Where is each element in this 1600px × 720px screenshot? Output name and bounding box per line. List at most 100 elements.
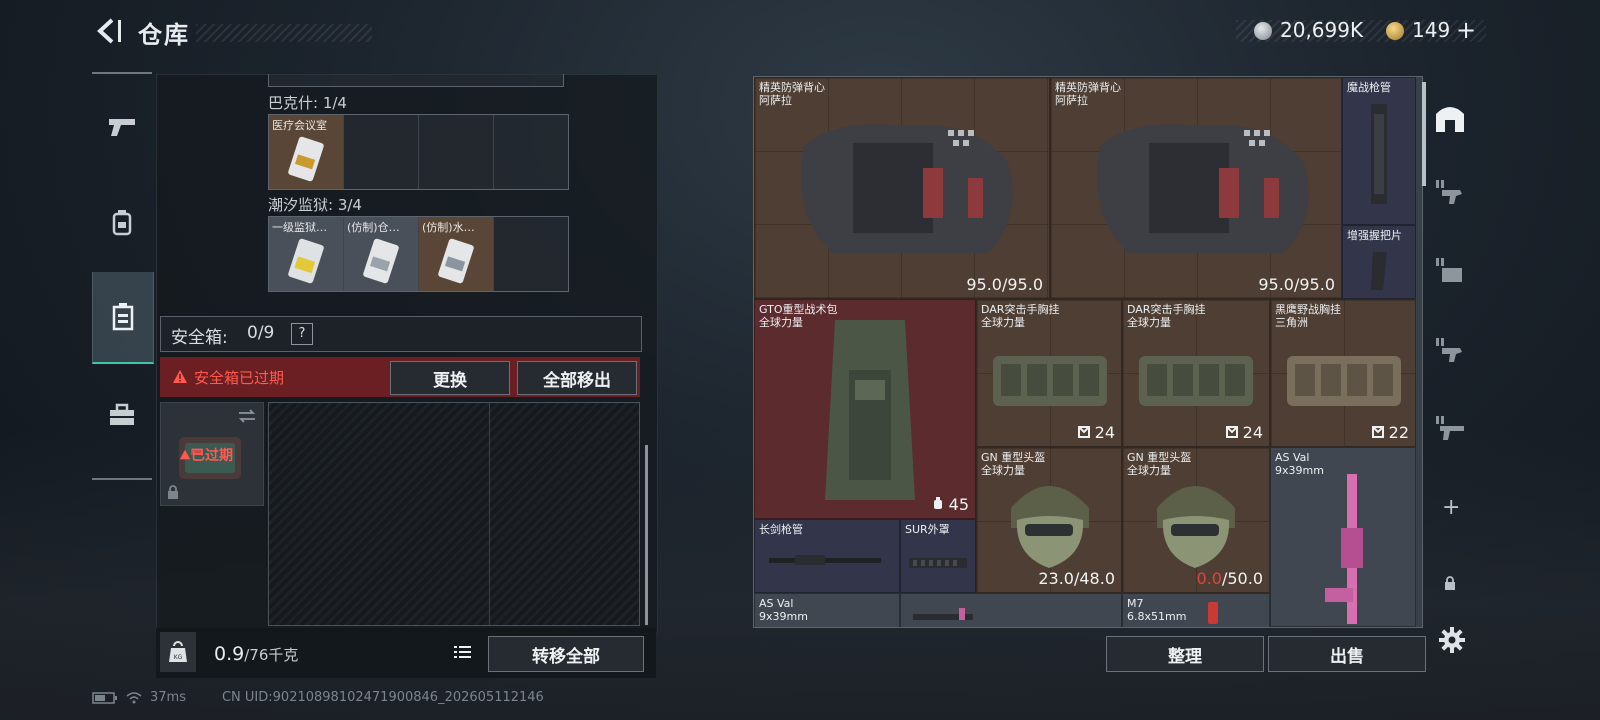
nav-equipment[interactable]	[92, 178, 152, 268]
safebox-label: 安全箱:	[171, 328, 228, 348]
item-tile-vest-1[interactable]: 精英防弹背心 阿萨拉 95.0/95.0	[754, 77, 1050, 299]
keycard-name: 医疗会议室	[272, 119, 327, 132]
rifle-icon	[913, 608, 973, 620]
item-name: 黑鹰野战胸挂 三角洲	[1275, 303, 1341, 329]
empty-slot[interactable]	[419, 115, 494, 189]
sort-button[interactable]: 整理	[1106, 636, 1264, 672]
stash-tab-main[interactable]	[1426, 88, 1474, 148]
item-tile-helmet-1[interactable]: GN 重型头盔 全球力量 23.0/48.0	[976, 447, 1122, 593]
expired-message: 安全箱已过期	[194, 369, 285, 387]
lock-icon	[1445, 576, 1455, 590]
title-decoration	[196, 24, 372, 42]
category-nav	[92, 72, 154, 480]
empty-slot[interactable]	[494, 115, 568, 189]
prison-label: 潮汐监狱: 3/4	[268, 196, 362, 214]
item-durability: 95.0/95.0	[1258, 275, 1335, 294]
stash-tabs	[1426, 76, 1474, 466]
item-capacity: 45	[932, 495, 969, 514]
expired-badge: 已过期	[179, 445, 233, 465]
safebox-grid[interactable]	[268, 402, 640, 626]
sell-button[interactable]: 出售	[1268, 636, 1426, 672]
list-view-button[interactable]	[448, 638, 476, 666]
svg-text:KG: KG	[174, 654, 183, 661]
item-durability-current: 0.0	[1196, 569, 1222, 588]
transfer-all-button[interactable]: 转移全部	[488, 636, 644, 672]
item-tile-m7[interactable]: M7 6.8x51mm	[1122, 593, 1270, 627]
item-tile-longsword-barrel[interactable]: 长剑枪管	[754, 519, 900, 593]
empty-slot[interactable]	[344, 115, 419, 189]
item-tile-chestrig-2[interactable]: DAR突击手胸挂 全球力量 24	[1122, 299, 1270, 447]
page-title: 仓库	[138, 21, 190, 49]
keycard-slot[interactable]: 医疗会议室	[269, 115, 344, 189]
remove-all-button[interactable]: 全部移出	[517, 361, 637, 395]
safebox-slot[interactable]: 已过期	[160, 402, 264, 506]
prison-grid: 一级监狱… (仿制)仓… (仿制)水…	[268, 216, 569, 292]
currency-gold: 149	[1412, 18, 1451, 42]
gear-icon	[1439, 627, 1465, 653]
backpack-icon	[112, 210, 132, 236]
item-tile-barrel[interactable]: 魔战枪管	[1342, 77, 1416, 225]
item-name: DAR突击手胸挂 全球力量	[981, 303, 1060, 329]
item-name: 精英防弹背心 阿萨拉	[759, 81, 825, 107]
help-button[interactable]: ?	[291, 323, 313, 345]
capacity-icon	[933, 497, 942, 509]
lock-icon	[168, 485, 178, 499]
previous-grid-edge	[268, 74, 564, 87]
item-durability: 95.0/95.0	[966, 275, 1043, 294]
item-tile-backpack[interactable]: GTO重型战术包 全球力量 45	[754, 299, 976, 519]
stash-tab-5[interactable]	[1426, 398, 1474, 458]
add-currency-button[interactable]: +	[1456, 16, 1476, 44]
empty-slot[interactable]	[494, 217, 568, 291]
nav-firearms[interactable]	[92, 82, 152, 172]
item-tile-helmet-2[interactable]: GN 重型头盔 全球力量 0.0/50.0	[1122, 447, 1270, 593]
helmet-icon	[1011, 486, 1089, 568]
item-tile-chestrig-3[interactable]: 黑鹰野战胸挂 三角洲 22	[1270, 299, 1416, 447]
item-tile-asval-2[interactable]: AS Val 9x39mm	[754, 593, 900, 627]
safebox-header: 安全箱: 0/9 ?	[160, 316, 642, 352]
keycard-slot[interactable]: (仿制)仓…	[344, 217, 419, 291]
helmet-icon	[1157, 486, 1235, 568]
stash-lock-button[interactable]	[1444, 576, 1456, 595]
item-tile-chestrig-1[interactable]: DAR突击手胸挂 全球力量 24	[976, 299, 1122, 447]
back-button[interactable]	[92, 16, 122, 46]
item-tile-asval-2-body[interactable]	[900, 593, 1122, 627]
item-capacity: 24	[1077, 423, 1115, 442]
swap-icon	[238, 409, 256, 423]
item-tile-grip[interactable]: 增强握把片	[1342, 225, 1416, 299]
item-tile-vest-2[interactable]: 精英防弹背心 阿萨拉 95.0/95.0	[1050, 77, 1342, 299]
stash-tab-4[interactable]	[1426, 320, 1474, 380]
item-name: SUR外罩	[905, 523, 950, 536]
item-capacity: 22	[1371, 423, 1409, 442]
nav-toolbox[interactable]	[92, 370, 152, 460]
item-name: 魔战枪管	[1347, 81, 1391, 94]
keycard-icon	[288, 136, 324, 182]
keycard-slot[interactable]: (仿制)水…	[419, 217, 494, 291]
weight-max: /76千克	[244, 646, 299, 664]
stash-tab-3[interactable]	[1426, 240, 1474, 300]
left-scrollbar[interactable]	[645, 445, 648, 625]
bakshi-grid: 医疗会议室	[268, 114, 569, 190]
replace-button[interactable]: 更换	[390, 361, 510, 395]
item-name: 精英防弹背心 阿萨拉	[1055, 81, 1121, 107]
keycard-slot[interactable]: 一级监狱…	[269, 217, 344, 291]
item-tile-asval-1[interactable]: AS Val 9x39mm	[1270, 447, 1416, 627]
status-bar: 37ms CN UID:902108981024719008​46_202605…	[92, 690, 544, 705]
silver-coin-icon	[1254, 22, 1272, 40]
vest-icon	[1097, 124, 1309, 253]
weight-readout: 0.9/76千克	[214, 643, 298, 665]
home-icon	[1436, 107, 1464, 132]
add-stash-tab-button[interactable]: +	[1442, 495, 1460, 520]
keycard-icon	[363, 238, 399, 284]
chestrig-icon	[993, 356, 1107, 406]
weapon-stash-icon	[1436, 180, 1462, 204]
chestrig-capacity-icon	[1077, 426, 1090, 438]
item-tile-sur-cover[interactable]: SUR外罩	[900, 519, 976, 593]
rifle-icon	[1325, 474, 1363, 624]
rifle-stash-icon	[1436, 416, 1464, 440]
handguard-icon	[909, 558, 967, 568]
chestrig-capacity-icon	[1371, 426, 1384, 438]
nav-container[interactable]	[92, 272, 154, 364]
item-durability: 0.0/50.0	[1197, 569, 1263, 588]
settings-button[interactable]	[1438, 626, 1466, 658]
stash-tab-2[interactable]	[1426, 162, 1474, 222]
